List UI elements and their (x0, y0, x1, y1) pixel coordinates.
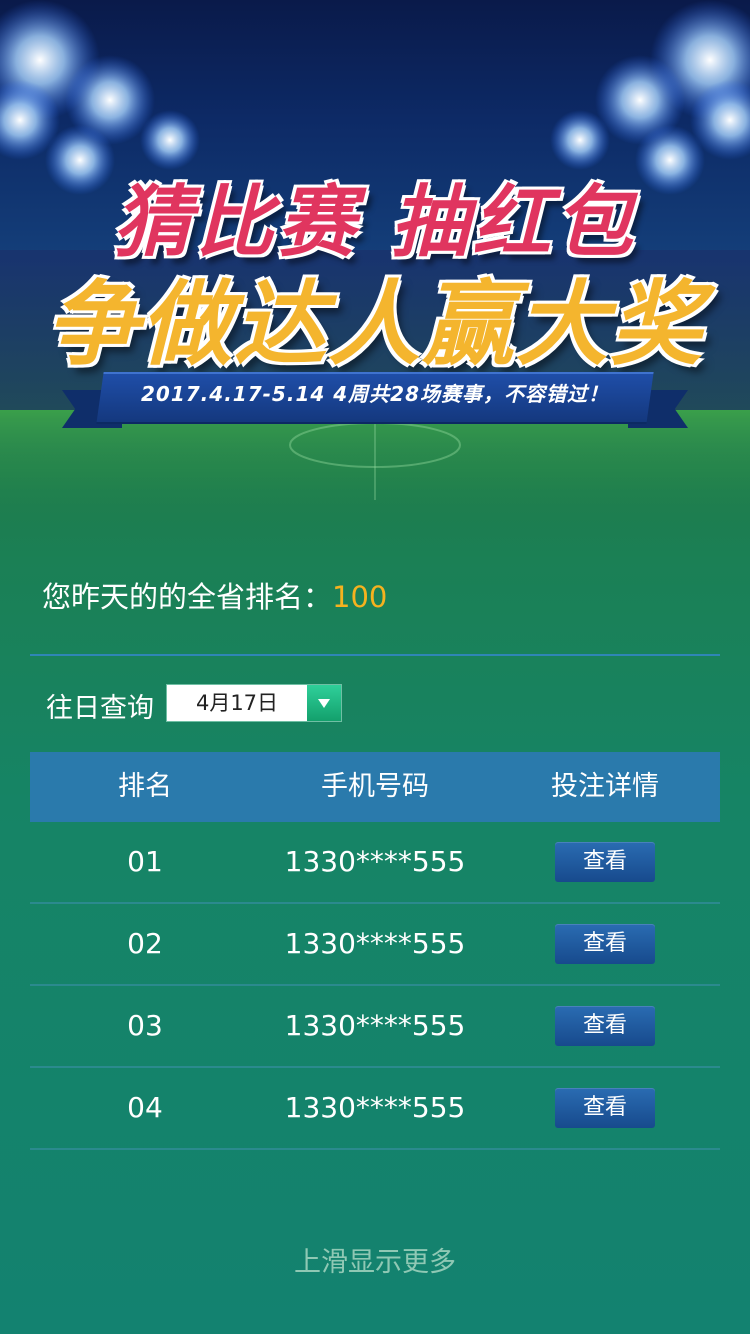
page: 猜比赛 抽红包 争做达人赢大奖 2017.4.17-5.14 4周共28场赛事，… (0, 0, 750, 1334)
yesterday-rank: 您昨天的的全省排名：100 (42, 574, 387, 616)
row-rank: 01 (127, 845, 163, 878)
hero-banner: 猜比赛 抽红包 争做达人赢大奖 2017.4.17-5.14 4周共28场赛事，… (0, 0, 750, 540)
rank-label: 您昨天的的全省排名： (42, 580, 333, 614)
banner-title-line2: 争做达人赢大奖 (45, 271, 704, 378)
table-row: 03 1330****555 查看 (30, 986, 720, 1068)
header-phone: 手机号码 (321, 771, 429, 802)
row-phone: 1330****555 (284, 845, 466, 878)
chevron-down-icon[interactable] (307, 685, 341, 721)
load-more-hint: 上滑显示更多 (294, 1247, 456, 1278)
view-details-button[interactable]: 查看 (555, 924, 655, 964)
date-select[interactable]: 4月17日 (166, 684, 342, 722)
view-details-button[interactable]: 查看 (555, 1088, 655, 1128)
table-row: 01 1330****555 查看 (30, 822, 720, 904)
ribbon-text: 2017.4.17-5.14 4周共28场赛事，不容错过！ (141, 382, 609, 406)
table-row: 04 1330****555 查看 (30, 1068, 720, 1150)
divider (30, 654, 720, 656)
ranking-table-header: 排名 手机号码 投注详情 (30, 752, 720, 822)
rank-value: 100 (332, 580, 388, 614)
header-rank: 排名 (118, 771, 172, 802)
history-query-label: 往日查询 (46, 693, 154, 724)
row-rank: 03 (127, 1009, 163, 1042)
row-rank: 04 (127, 1091, 163, 1124)
table-row: 02 1330****555 查看 (30, 904, 720, 986)
row-phone: 1330****555 (284, 927, 466, 960)
date-select-value[interactable]: 4月17日 (167, 685, 307, 723)
view-details-button[interactable]: 查看 (555, 1006, 655, 1046)
row-rank: 02 (127, 927, 163, 960)
view-details-button[interactable]: 查看 (555, 842, 655, 882)
row-phone: 1330****555 (284, 1009, 466, 1042)
row-divider (30, 1148, 720, 1150)
row-phone: 1330****555 (284, 1091, 466, 1124)
header-detail: 投注详情 (551, 771, 659, 802)
